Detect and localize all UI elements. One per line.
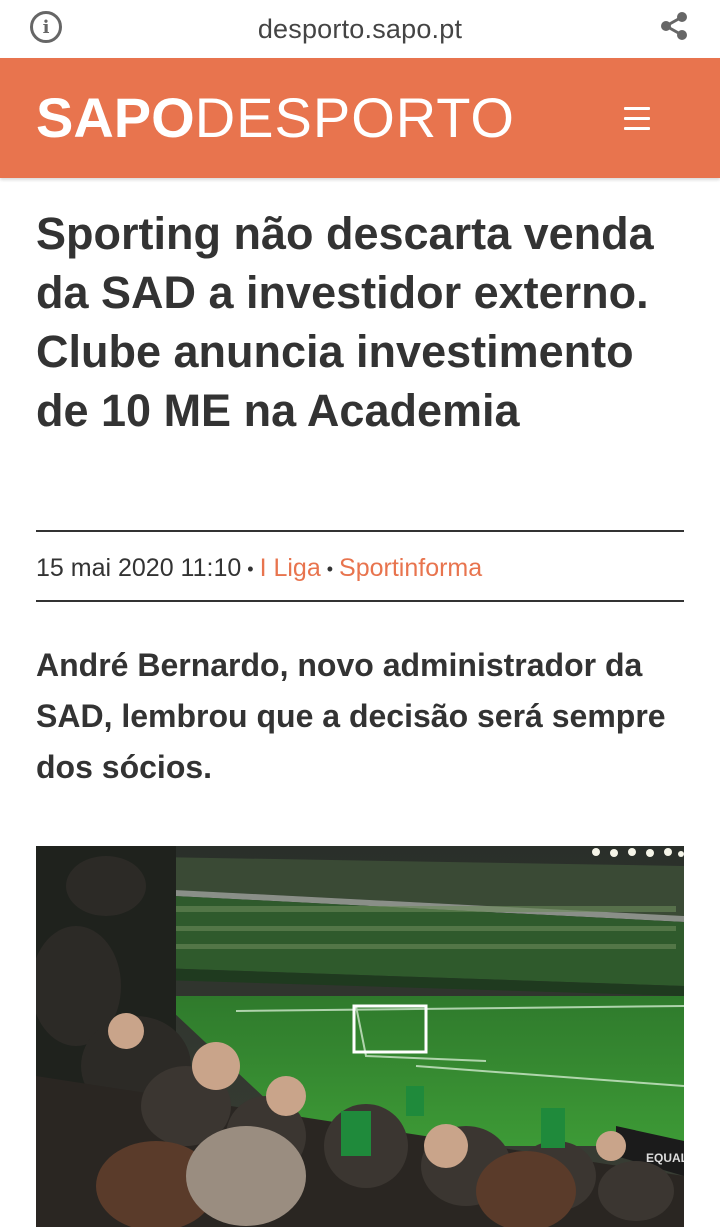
category-link[interactable]: I Liga xyxy=(260,554,321,582)
divider-top xyxy=(36,530,684,532)
url-text[interactable]: desporto.sapo.pt xyxy=(258,14,462,45)
site-logo[interactable]: SAPODESPORTO xyxy=(36,88,515,148)
article-photo: EQUAL xyxy=(36,846,684,1227)
browser-url-bar: i desporto.sapo.pt xyxy=(0,0,720,58)
meta-separator: • xyxy=(326,559,334,580)
site-header: SAPODESPORTO xyxy=(0,58,720,178)
article-lead: André Bernardo, novo administrador da SA… xyxy=(36,647,666,785)
meta-separator: • xyxy=(247,559,254,580)
source-link[interactable]: Sportinforma xyxy=(339,554,482,582)
info-icon[interactable]: i xyxy=(30,11,62,43)
stadium-photo-illustration: EQUAL xyxy=(36,846,684,1227)
logo-light-text: DESPORTO xyxy=(194,86,515,149)
divider-bottom xyxy=(36,600,684,602)
article-meta: 15 mai 2020 11:10 • I Liga • Sportinforma xyxy=(36,548,482,589)
article-title: Sporting não descarta venda da SAD a inv… xyxy=(36,208,654,436)
svg-text:EQUAL: EQUAL xyxy=(646,1151,684,1165)
logo-bold-text: SAPO xyxy=(36,86,195,149)
share-icon[interactable] xyxy=(658,10,690,42)
article-date: 15 mai 2020 11:10 xyxy=(36,554,242,582)
hamburger-menu-icon[interactable] xyxy=(624,107,650,130)
